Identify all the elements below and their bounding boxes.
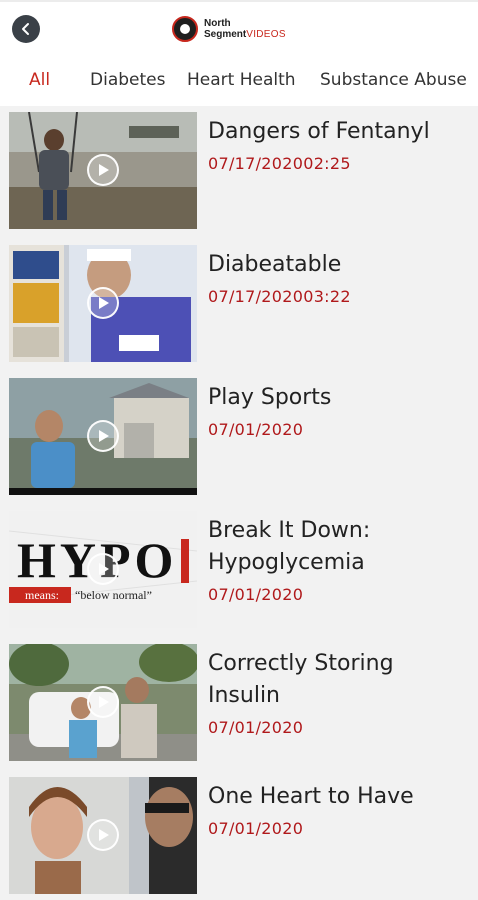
video-date: 07/17/202002:25 — [208, 154, 351, 173]
video-thumbnail[interactable] — [9, 245, 197, 362]
video-date: 07/01/2020 — [208, 718, 304, 737]
video-date: 07/17/202003:22 — [208, 287, 351, 306]
tab-heart-health[interactable]: Heart Health — [187, 70, 296, 90]
logo-line1: North — [204, 18, 231, 29]
video-item[interactable]: Dangers of Fentanyl 07/17/202002:25 — [0, 106, 478, 230]
video-date: 07/01/2020 — [208, 420, 304, 439]
logo-line2-b: VIDEOS — [246, 29, 286, 40]
video-title[interactable]: Dangers of Fentanyl — [208, 116, 470, 148]
video-title[interactable]: One Heart to Have — [208, 781, 470, 813]
app-header: North SegmentVIDEOS — [0, 0, 478, 56]
video-thumbnail[interactable] — [9, 777, 197, 894]
logo-line2-a: Segment — [204, 29, 247, 40]
video-item[interactable]: Diabeatable 07/17/202003:22 — [0, 239, 478, 363]
video-thumbnail[interactable] — [9, 112, 197, 229]
category-tabs: All Diabetes Heart Health Substance Abus… — [0, 56, 478, 106]
play-icon — [87, 287, 119, 319]
video-title[interactable]: Diabeatable — [208, 249, 470, 281]
hypo-means: means: — [25, 588, 59, 602]
tab-substance-abuse[interactable]: Substance Abuse — [320, 70, 467, 90]
video-thumbnail[interactable] — [9, 644, 197, 761]
tab-diabetes[interactable]: Diabetes — [90, 70, 165, 90]
video-item[interactable]: One Heart to Have 07/01/2020 — [0, 771, 478, 895]
hypo-below: “below normal” — [75, 588, 152, 602]
video-item[interactable]: HYPO means: “below normal” Break It Down… — [0, 505, 478, 629]
logo-mark-icon — [172, 16, 198, 42]
app-logo: North SegmentVIDEOS — [172, 16, 286, 42]
video-title[interactable]: Correctly Storing Insulin — [208, 648, 470, 712]
video-item[interactable]: Correctly Storing Insulin 07/01/2020 — [0, 638, 478, 762]
video-date: 07/01/2020 — [208, 585, 304, 604]
video-thumbnail[interactable] — [9, 378, 197, 495]
video-item[interactable]: Play Sports 07/01/2020 — [0, 372, 478, 496]
back-button[interactable] — [12, 15, 40, 43]
play-icon — [87, 420, 119, 452]
play-icon — [87, 819, 119, 851]
chevron-left-icon — [22, 23, 29, 35]
video-title[interactable]: Play Sports — [208, 382, 470, 414]
video-title[interactable]: Break It Down: Hypoglycemia — [208, 515, 470, 579]
play-icon — [87, 686, 119, 718]
video-date: 07/01/2020 — [208, 819, 304, 838]
tab-all[interactable]: All — [29, 70, 50, 90]
logo-line2: SegmentVIDEOS — [204, 29, 286, 40]
video-thumbnail[interactable]: HYPO means: “below normal” — [9, 511, 197, 628]
play-icon — [87, 154, 119, 186]
play-icon — [87, 553, 119, 585]
